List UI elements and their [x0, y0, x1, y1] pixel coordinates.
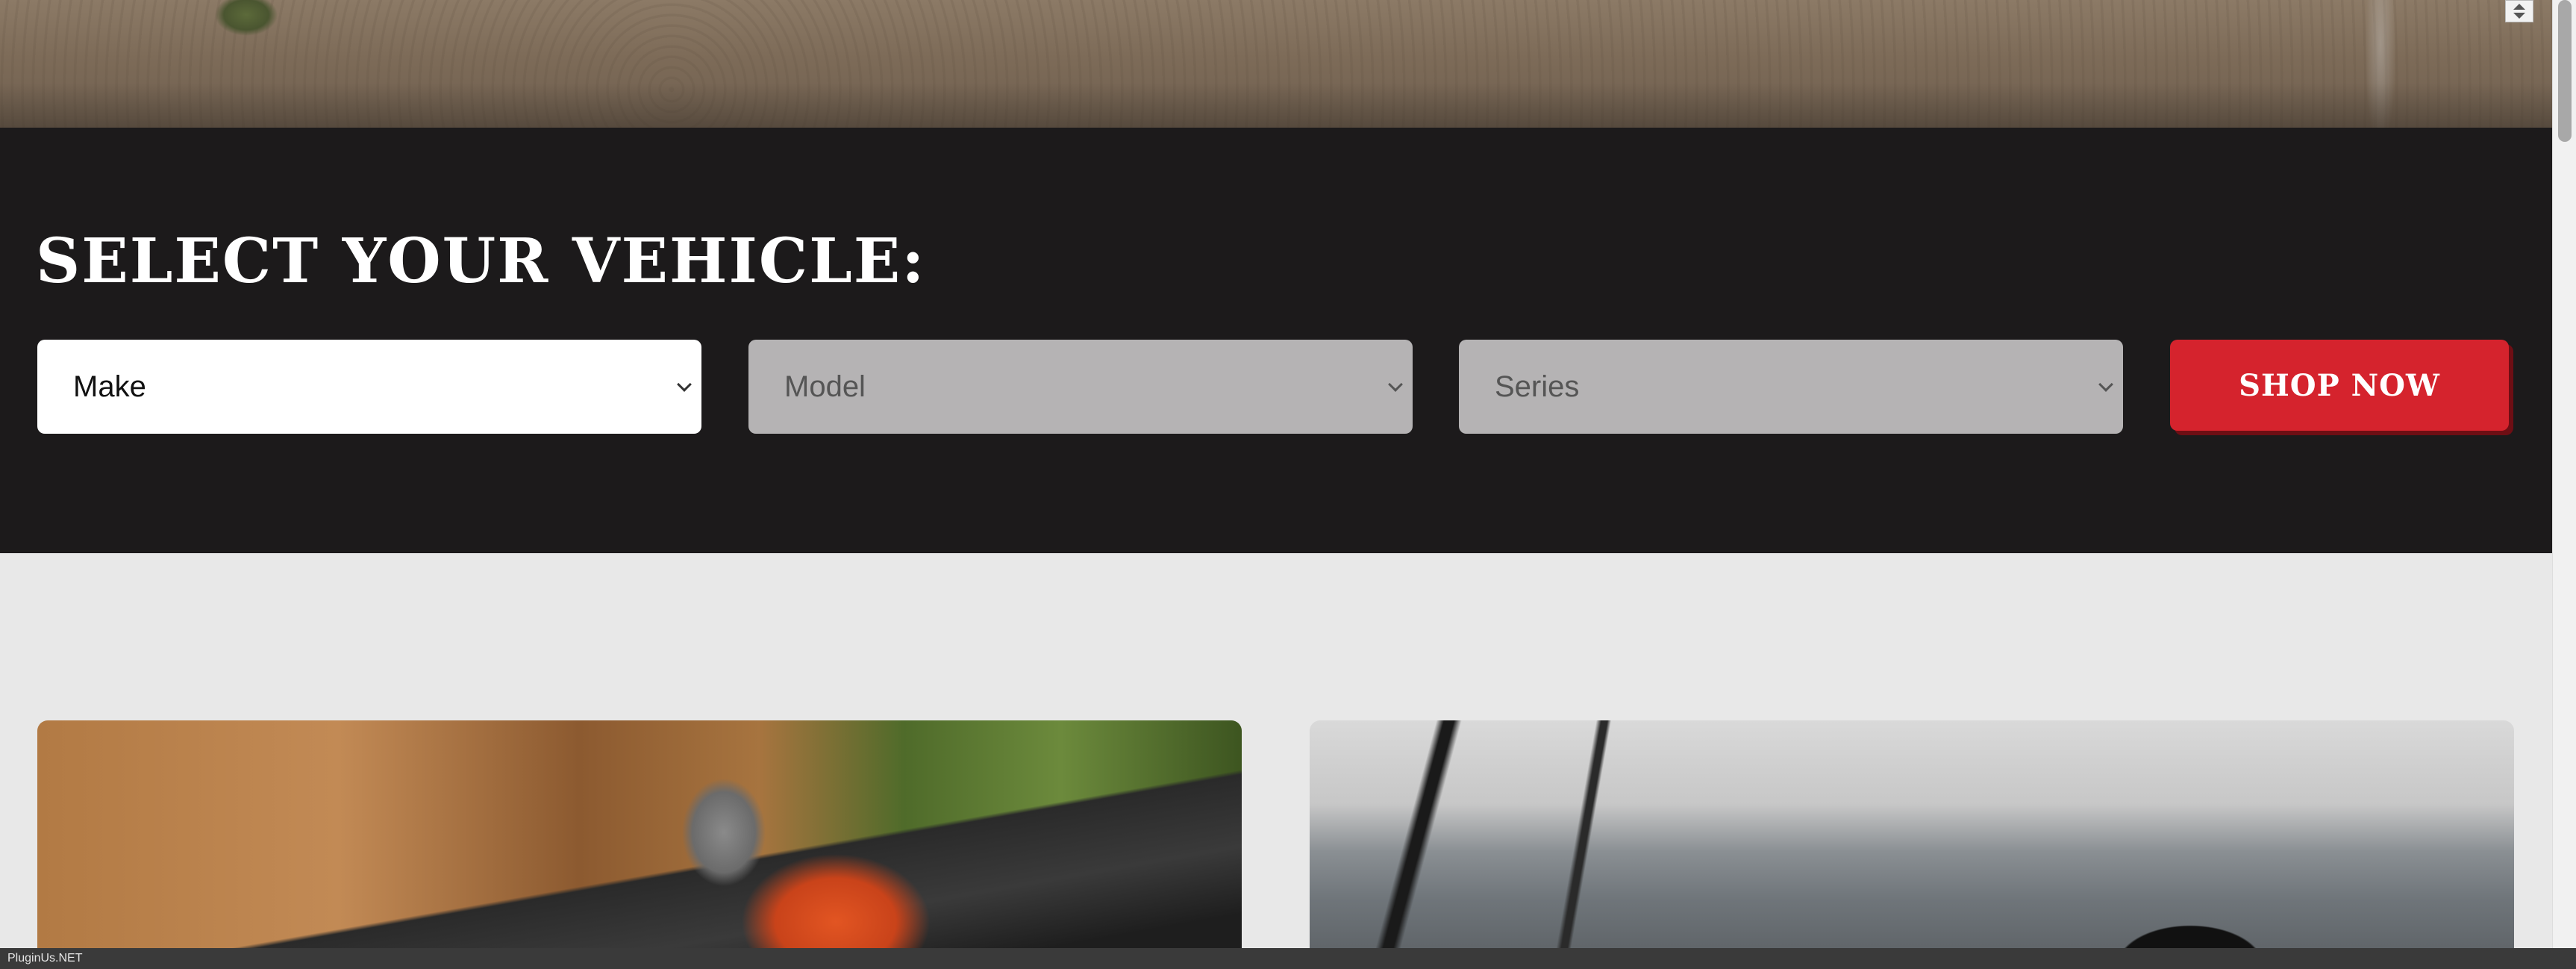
scrollbar-track[interactable] [2552, 0, 2576, 969]
chevron-down-icon [2098, 377, 2113, 392]
make-select-label: Make [73, 370, 146, 403]
model-select-label: Model [784, 370, 866, 403]
footer-credit-text: PluginUs.NET [7, 952, 83, 965]
arrow-up-icon [2513, 4, 2525, 10]
chevron-down-icon [1388, 377, 1403, 392]
series-select[interactable]: Series [1459, 340, 2123, 434]
product-card-image-vehicle-mirror[interactable] [1310, 720, 2514, 959]
hero-image [0, 0, 2552, 128]
scroll-toggle-button[interactable] [2505, 0, 2533, 22]
series-select-label: Series [1495, 370, 1580, 403]
product-card-image-recovery-rope[interactable] [37, 720, 1242, 959]
scrollbar-thumb[interactable] [2558, 0, 2572, 142]
chevron-down-icon [677, 377, 692, 392]
arrow-down-icon [2513, 13, 2525, 19]
make-select[interactable]: Make [37, 340, 701, 434]
vehicle-selector-section: SELECT YOUR VEHICLE: Make Model Series S… [0, 128, 2552, 553]
vehicle-selector-title: SELECT YOUR VEHICLE: [36, 225, 926, 297]
model-select[interactable]: Model [748, 340, 1413, 434]
shop-now-button[interactable]: SHOP NOW [2170, 340, 2509, 431]
footer-bar: PluginUs.NET [0, 948, 2576, 969]
